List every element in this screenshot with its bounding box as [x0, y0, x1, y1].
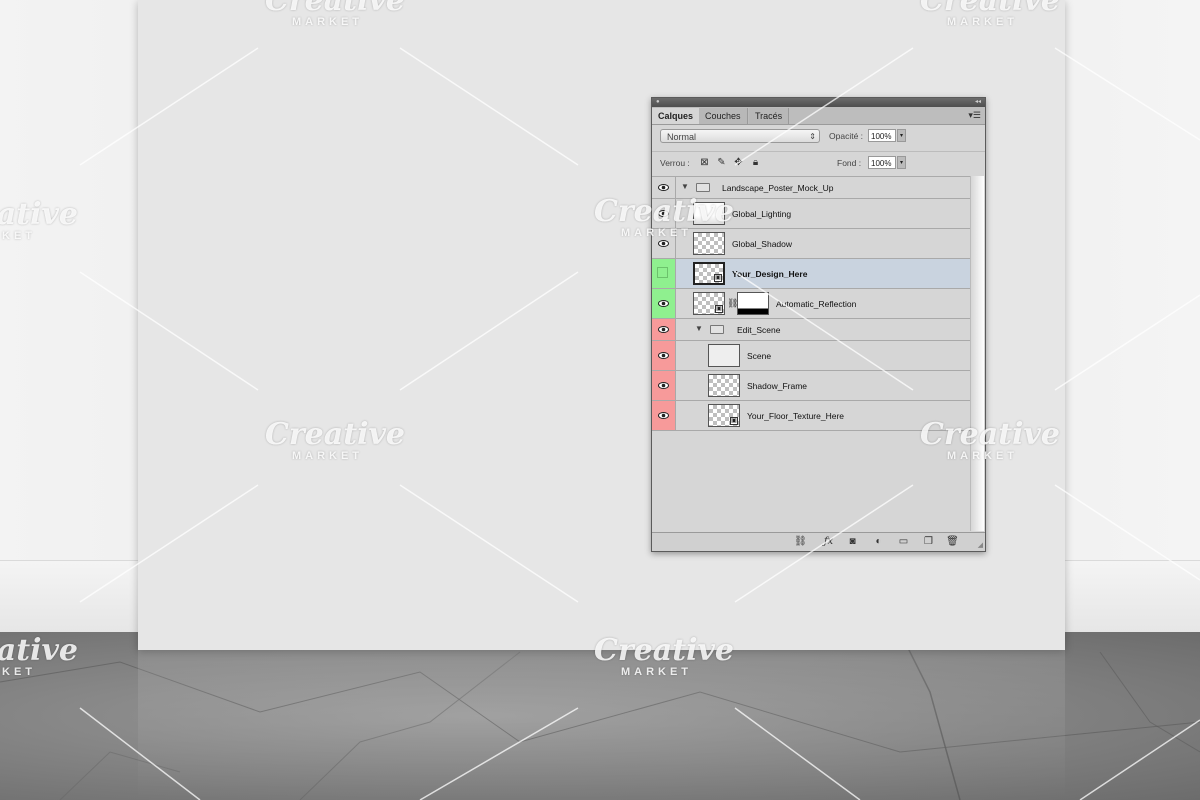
layer-automatic-reflection[interactable]: ▣ ⛓︎ Automatic_Reflection [652, 289, 970, 319]
resize-grip-icon[interactable]: ◢ [978, 541, 983, 549]
layers-panel: ● ◂◂ Calques Couches Tracés ▾☰ Normal ⇕ … [651, 97, 986, 552]
watermark-logo: CreativeMARKET [265, 0, 405, 28]
watermark-logo: CreativeMARKET [0, 197, 78, 243]
layer-name: Landscape_Poster_Mock_Up [722, 183, 834, 193]
new-group-icon[interactable]: ▭ [897, 536, 910, 548]
link-layers-icon[interactable]: ⛓︎ [794, 536, 807, 548]
tab-calques[interactable]: Calques [652, 108, 701, 124]
visibility-toggle[interactable] [652, 289, 676, 318]
empty-visibility-box [657, 267, 668, 278]
layer-name: Automatic_Reflection [776, 299, 857, 309]
blend-mode-value: Normal [667, 132, 697, 142]
panel-titlebar: ● ◂◂ [652, 98, 985, 107]
layer-thumbnail [708, 374, 740, 397]
folder-icon [710, 325, 724, 334]
eye-icon [658, 300, 669, 307]
layer-name: Global_Shadow [732, 239, 793, 249]
new-layer-icon[interactable]: ❐ [922, 536, 935, 548]
lock-all-icon[interactable]: 🔒︎ [750, 157, 761, 168]
collapse-icon[interactable]: ◂◂ [975, 99, 981, 105]
layer-thumbnail: ▣ [693, 292, 725, 315]
panel-menu-icon[interactable]: ▾☰ [968, 110, 981, 121]
fill-dropdown-icon[interactable]: ▾ [897, 156, 906, 169]
layer-shadow-frame[interactable]: Shadow_Frame [652, 371, 970, 401]
layer-thumbnail [708, 344, 740, 367]
panel-bottom-toolbar: ⛓︎ ƒx ◙ ◐ ▭ ❐ 🗑︎ ◢ [652, 532, 985, 551]
layer-your-design-here[interactable]: ▣ Your_Design_Here [652, 259, 970, 289]
trash-icon[interactable]: 🗑︎ [946, 536, 959, 548]
visibility-toggle[interactable] [652, 341, 676, 370]
lock-position-icon[interactable]: ✥ [733, 157, 744, 168]
visibility-toggle[interactable] [652, 371, 676, 400]
eye-icon [658, 382, 669, 389]
layer-name: Edit_Scene [737, 325, 781, 335]
fx-icon[interactable]: ƒx [822, 536, 835, 548]
layer-name: Your_Floor_Texture_Here [747, 411, 845, 421]
visibility-toggle[interactable] [652, 401, 676, 430]
layer-scene[interactable]: Scene [652, 341, 970, 371]
watermark-logo: CreativeMARKET [0, 633, 78, 679]
layers-scrollbar[interactable] [970, 176, 984, 531]
updown-arrows-icon: ⇕ [809, 132, 816, 141]
layer-name: Scene [747, 351, 772, 361]
panel-tabs: Calques Couches Tracés ▾☰ [652, 107, 985, 125]
layer-name: Shadow_Frame [747, 381, 808, 391]
smart-object-icon: ▣ [714, 274, 722, 282]
fill-label: Fond : [837, 158, 862, 168]
blend-mode-select[interactable]: Normal ⇕ [660, 129, 820, 143]
lock-label: Verrou : [660, 158, 690, 168]
adjustment-layer-icon[interactable]: ◐ [872, 536, 885, 548]
layer-name: Global_Lighting [732, 209, 792, 219]
eye-icon [658, 412, 669, 419]
lock-pixels-icon[interactable]: ✎ [716, 157, 727, 168]
opacity-dropdown-icon[interactable]: ▾ [897, 129, 906, 142]
layer-thumbnail: ▣ [708, 404, 740, 427]
expand-triangle-icon[interactable]: ▼ [695, 324, 703, 333]
eye-icon [658, 184, 669, 191]
layer-group-edit-scene[interactable]: ▼ Edit_Scene [652, 319, 970, 341]
expand-triangle-icon[interactable]: ▼ [681, 182, 689, 191]
watermark-logo: CreativeMARKET [920, 0, 1060, 28]
eye-icon [658, 326, 669, 333]
lock-row: Verrou : ⊠ ✎ ✥ 🔒︎ Fond : 100% ▾ [652, 151, 985, 176]
folder-icon [696, 183, 710, 192]
blend-row: Normal ⇕ Opacité : 100% ▾ [652, 125, 985, 149]
eye-icon [658, 240, 669, 247]
visibility-toggle[interactable] [652, 319, 676, 340]
add-mask-icon[interactable]: ◙ [846, 536, 859, 548]
watermark-logo: CreativeMARKET [265, 417, 405, 463]
watermark-logo: CreativeMARKET [594, 194, 734, 240]
layer-mask-thumbnail[interactable] [737, 292, 769, 315]
layer-name: Your_Design_Here [732, 269, 808, 279]
smart-object-icon: ▣ [730, 417, 738, 425]
opacity-label: Opacité : [829, 131, 864, 141]
tab-couches[interactable]: Couches [699, 108, 748, 124]
opacity-input[interactable]: 100% [868, 129, 896, 142]
close-icon[interactable]: ● [656, 99, 660, 105]
eye-icon [658, 352, 669, 359]
layer-thumbnail: ▣ [693, 262, 725, 285]
watermark-logo: CreativeMARKET [920, 417, 1060, 463]
visibility-toggle[interactable] [652, 259, 676, 288]
tab-traces[interactable]: Tracés [749, 108, 790, 124]
lock-transparency-icon[interactable]: ⊠ [699, 157, 710, 168]
smart-object-icon: ▣ [715, 305, 723, 313]
watermark-logo: CreativeMARKET [594, 633, 734, 679]
fill-input[interactable]: 100% [868, 156, 896, 169]
